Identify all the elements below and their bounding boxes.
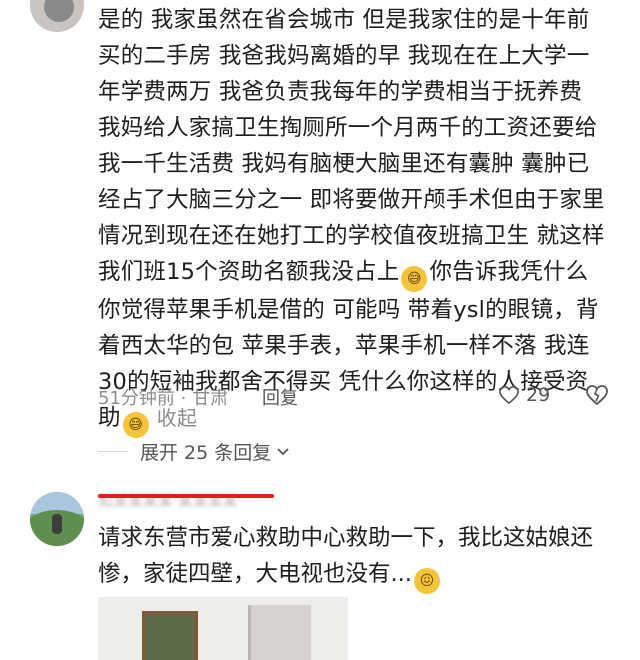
chevron-down-icon [277,447,289,455]
laughing-with-sweat-emoji: 😅 [122,412,149,438]
redaction-mark [98,494,274,498]
commenter-avatar[interactable] [30,492,84,546]
broken-heart-icon [586,385,608,406]
laughing-with-sweat-emoji: 😅 [401,266,428,292]
like-count: 29 [526,384,551,406]
dislike-button[interactable] [585,384,609,410]
thread-divider [98,451,128,452]
embarrassed-face-emoji: 😖 [413,568,440,594]
like-button[interactable]: 29 [498,384,550,406]
comment-text: 是的 我家虽然在省会城市 但是我家住的是十年前 买的二手房 我爸我妈离婚的早 我… [98,2,628,438]
comment-time-location: 51分钟前 · 甘肃 [98,388,229,409]
comment-photo[interactable] [98,597,348,660]
comment-text: 请求东营市爱心救助中心救助一下，我比这姑娘还 惨，家徒四壁，大电视也没有... 😖 [98,520,618,594]
commenter-avatar[interactable] [30,0,84,32]
expand-replies-button[interactable]: 展开 25 条回复 [140,438,291,465]
reply-button[interactable]: 回复 [262,384,298,410]
expand-replies-label: 展开 25 条回复 [140,442,272,464]
heart-icon [499,385,519,405]
username-obscured: 知某某某某 某某某某 [98,492,238,508]
